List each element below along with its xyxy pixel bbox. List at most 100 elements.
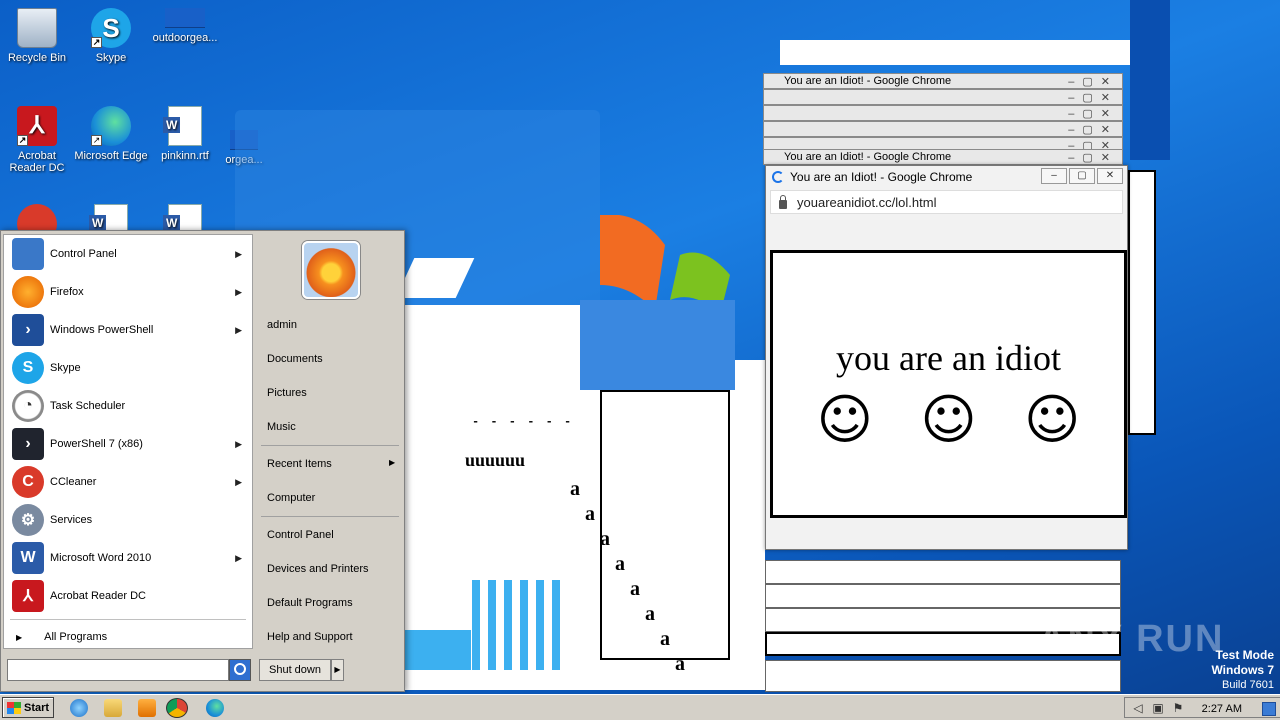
all-programs-label: All Programs (44, 631, 108, 643)
start-item-label: PowerShell 7 (x86) (50, 438, 143, 450)
start-menu: Control Panel ▶ Firefox ▶ › Windows PowerSh… (0, 230, 405, 692)
desktop-icon-label: Microsoft Edge (74, 150, 148, 162)
desktop-icon-skype[interactable]: S ↗ Skype (74, 8, 148, 64)
start-link-computer[interactable]: Computer (267, 492, 315, 504)
glitch-artifact (1130, 0, 1170, 160)
start-menu-programs: Control Panel ▶ Firefox ▶ › Windows PowerSh… (3, 234, 253, 649)
window-controls[interactable]: –▢✕ (1068, 123, 1118, 136)
start-link-help-support[interactable]: Help and Support (267, 631, 353, 643)
submenu-arrow-icon: ▶ (235, 438, 242, 449)
edge-icon[interactable] (206, 699, 224, 717)
start-link-documents[interactable]: Documents (267, 353, 323, 365)
word-icon: W (12, 542, 44, 574)
start-item-services[interactable]: ⚙ Services (4, 501, 252, 539)
start-item-windows-powershell[interactable]: › Windows PowerShell ▶ (4, 311, 252, 349)
windows-flag-icon (7, 701, 21, 714)
page-heading: you are an idiot (836, 338, 1061, 378)
desktop-icon-edge[interactable]: ↗ Microsoft Edge (74, 106, 148, 162)
chrome-window-stacked[interactable] (765, 660, 1121, 692)
submenu-arrow-icon: ▶ (235, 286, 242, 297)
glitch-artifact (600, 390, 730, 660)
watermark: ANY RUN (1038, 618, 1225, 660)
divider (10, 619, 246, 620)
smiley-icon: ☺ (1023, 388, 1081, 451)
glitch-artifact (488, 580, 496, 670)
start-item-label: Firefox (50, 286, 84, 298)
arrow-right-icon: ▶ (16, 632, 23, 642)
start-link-default-programs[interactable]: Default Programs (267, 597, 353, 609)
chrome-window-stacked[interactable]: You are an Idiot! - Google Chrome –▢✕ (763, 149, 1123, 165)
start-item-ccleaner[interactable]: C CCleaner ▶ (4, 463, 252, 501)
start-link-pictures[interactable]: Pictures (267, 387, 307, 399)
chrome-window-stacked[interactable] (765, 560, 1121, 584)
chrome-icon[interactable] (166, 698, 188, 718)
chrome-window-stacked[interactable]: –▢✕ (763, 121, 1123, 137)
desktop-icon-acrobat[interactable]: ⅄ ↗ Acrobat Reader DC (0, 106, 74, 174)
start-item-skype[interactable]: S Skype (4, 349, 252, 387)
window-controls[interactable]: –▢✕ (1068, 151, 1118, 164)
start-link-devices-printers[interactable]: Devices and Printers (267, 563, 369, 575)
chrome-window-stacked[interactable]: –▢✕ (763, 105, 1123, 121)
word-document-icon (163, 106, 202, 146)
start-menu-places: admin Documents Pictures Music Recent It… (255, 231, 405, 651)
maximize-button[interactable]: ▢ (1069, 168, 1095, 184)
start-item-task-scheduler[interactable]: ◔ Task Scheduler (4, 387, 252, 425)
window-controls[interactable]: –▢✕ (1068, 75, 1118, 88)
volume-icon[interactable]: ◁ (1131, 701, 1145, 715)
desktop-icon-label: Skype (95, 52, 127, 64)
window-controls[interactable]: –▢✕ (1068, 107, 1118, 120)
user-avatar[interactable] (302, 241, 360, 299)
window-controls[interactable]: –▢✕ (1068, 91, 1118, 104)
submenu-arrow-icon: ▶ (235, 248, 242, 259)
glitch-artifact (405, 630, 471, 670)
chrome-window-stacked[interactable] (765, 584, 1121, 608)
title-bar[interactable]: You are an Idiot! - Google Chrome – ▢ ✕ (766, 166, 1127, 188)
chrome-window-main[interactable]: You are an Idiot! - Google Chrome – ▢ ✕ … (765, 165, 1128, 550)
close-button[interactable]: ✕ (1097, 168, 1123, 184)
internet-explorer-icon[interactable] (70, 699, 88, 717)
start-link-music[interactable]: Music (267, 421, 296, 433)
gears-icon: ⚙ (12, 504, 44, 536)
clock[interactable]: 2:27 AM (1202, 703, 1242, 715)
file-explorer-icon[interactable] (104, 699, 122, 717)
submenu-arrow-icon: ▶ (235, 552, 242, 563)
start-item-label: Skype (50, 362, 81, 374)
desktop-icon-outdoorgear[interactable]: outdoorgea... (148, 8, 222, 44)
start-item-label: Microsoft Word 2010 (50, 552, 152, 564)
glitch-glyph: a (570, 478, 580, 500)
shutdown-button[interactable]: Shut down (259, 659, 331, 681)
start-item-powershell7[interactable]: › PowerShell 7 (x86) ▶ (4, 425, 252, 463)
firefox-icon (12, 276, 44, 308)
shutdown-options-button[interactable]: ▶ (331, 659, 344, 681)
show-desktop-button[interactable] (1262, 702, 1276, 716)
powershell-icon: › (12, 314, 44, 346)
start-item-word[interactable]: W Microsoft Word 2010 ▶ (4, 539, 252, 577)
glitch-artifact (536, 580, 544, 670)
start-link-user[interactable]: admin (267, 319, 297, 331)
media-player-icon[interactable] (138, 699, 156, 717)
start-link-control-panel[interactable]: Control Panel (267, 529, 334, 541)
minimize-button[interactable]: – (1041, 168, 1067, 184)
address-bar[interactable]: youareanidiot.cc/lol.html (770, 190, 1123, 214)
start-item-control-panel[interactable]: Control Panel ▶ (4, 235, 252, 273)
lock-icon (779, 194, 787, 209)
start-button[interactable]: Start (2, 697, 54, 718)
chrome-window-stacked[interactable]: You are an Idiot! - Google Chrome –▢✕ (763, 73, 1123, 89)
start-item-firefox[interactable]: Firefox ▶ (4, 273, 252, 311)
network-icon[interactable]: ▣ (1151, 701, 1165, 715)
start-search-input[interactable] (7, 659, 229, 681)
desktop-icon-pinkinn[interactable]: pinkinn.rtf (148, 106, 222, 162)
glitch-glyph: a (615, 553, 625, 575)
chrome-window-stacked[interactable]: –▢✕ (763, 89, 1123, 105)
start-item-label: CCleaner (50, 476, 97, 488)
all-programs-button[interactable]: ▶ All Programs (4, 624, 252, 650)
action-center-flag-icon[interactable]: ⚑ (1171, 701, 1185, 715)
test-mode-line: Windows 7 (1211, 663, 1274, 677)
search-icon[interactable] (229, 659, 251, 681)
skype-icon: S ↗ (91, 8, 131, 48)
start-item-acrobat[interactable]: ⅄ Acrobat Reader DC (4, 577, 252, 615)
glitch-text: - - - - - - (472, 415, 574, 429)
desktop-icon-label: Acrobat Reader DC (9, 150, 65, 174)
desktop-icon-recycle-bin[interactable]: Recycle Bin (0, 8, 74, 64)
start-link-recent-items[interactable]: Recent Items (267, 458, 332, 470)
